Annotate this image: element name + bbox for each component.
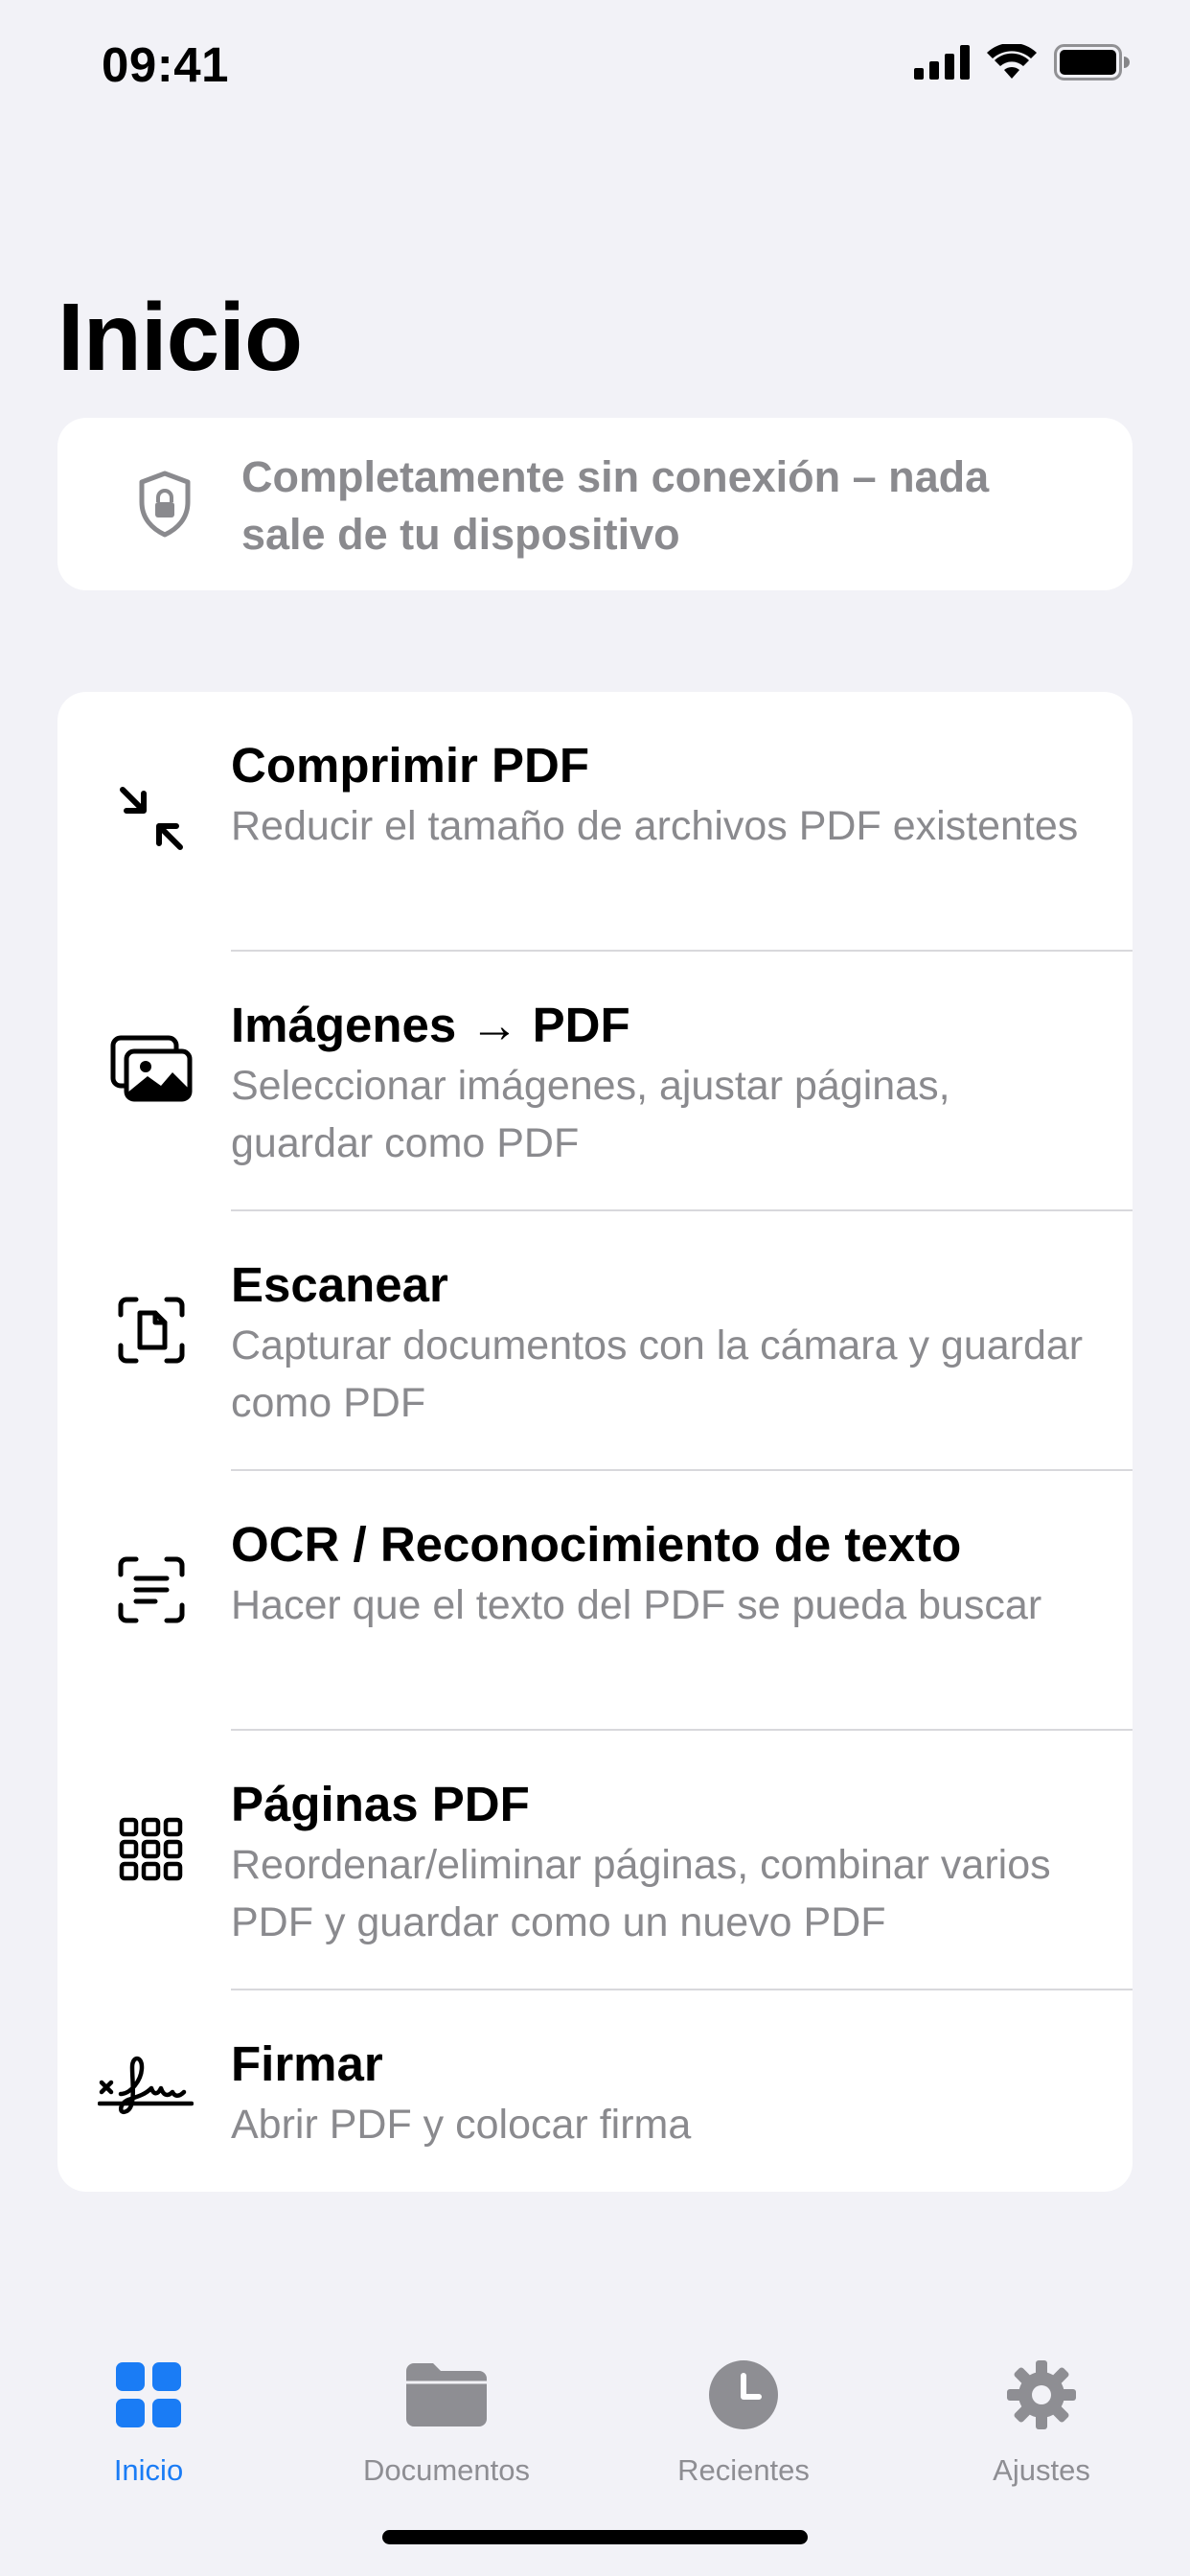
tool-subtitle: Capturar documentos con la cámara y guar…: [231, 1322, 1084, 1426]
tab-label: Documentos: [362, 2453, 531, 2487]
scan-document-icon: [102, 1280, 201, 1380]
tool-subtitle: Seleccionar imágenes, ajustar páginas, g…: [231, 1063, 950, 1166]
status-bar: 09:41: [0, 0, 1190, 128]
gear-icon: [1007, 2359, 1076, 2434]
offline-banner-text: Completamente sin conexión – nada sale d…: [241, 452, 990, 559]
home-indicator[interactable]: [382, 2530, 808, 2544]
tool-title: Imágenes → PDF: [231, 998, 630, 1052]
signal-icon: [914, 45, 970, 84]
tab-label: Ajustes: [993, 2453, 1090, 2487]
home-screen: 09:41 Inicio Completamente sin conexión …: [0, 0, 1190, 2576]
signature-icon: [96, 2036, 195, 2136]
wifi-icon: [987, 42, 1037, 85]
clock-icon: [709, 2359, 778, 2434]
shield-lock-icon: [125, 468, 205, 540]
tab-ajustes[interactable]: Ajustes: [917, 2354, 1166, 2488]
tab-label: Recientes: [677, 2453, 810, 2487]
page-title: Inicio: [57, 284, 303, 391]
tool-row-images-to-pdf[interactable]: Imágenes → PDF Seleccionar imágenes, aju…: [57, 952, 1133, 1211]
status-icons: [914, 42, 1131, 85]
tool-subtitle: Abrir PDF y colocar firma: [231, 2102, 692, 2148]
tool-row-ocr[interactable]: OCR / Reconocimiento de texto Hacer que …: [57, 1471, 1133, 1731]
tool-row-sign[interactable]: Firmar Abrir PDF y colocar firma: [57, 1990, 1133, 2192]
tool-row-pdf-pages[interactable]: Páginas PDF Reordenar/eliminar páginas, …: [57, 1731, 1133, 1990]
tab-documentos[interactable]: Documentos: [322, 2354, 571, 2488]
tool-title: OCR / Reconocimiento de texto: [231, 1517, 962, 1572]
text-recognition-icon: [102, 1540, 201, 1640]
tab-inicio[interactable]: Inicio: [24, 2354, 273, 2488]
tool-subtitle: Hacer que el texto del PDF se pueda busc…: [231, 1582, 1042, 1628]
tool-row-scan[interactable]: Escanear Capturar documentos con la cáma…: [57, 1211, 1133, 1471]
tool-title: Páginas PDF: [231, 1777, 530, 1831]
battery-icon: [1054, 44, 1131, 85]
page-grid-icon: [102, 1800, 201, 1899]
images-icon: [102, 1019, 201, 1118]
tool-title: Comprimir PDF: [231, 738, 590, 793]
tab-bar: Inicio Documentos Recientes Ajustes: [0, 2300, 1190, 2492]
tab-label: Inicio: [113, 2453, 184, 2487]
tool-title: Firmar: [231, 2036, 383, 2091]
grid-icon: [116, 2361, 181, 2432]
tool-list: Comprimir PDF Reducir el tamaño de archi…: [57, 692, 1133, 2192]
offline-banner: Completamente sin conexión – nada sale d…: [57, 418, 1133, 590]
folder-icon: [406, 2362, 487, 2431]
tool-subtitle: Reordenar/eliminar páginas, combinar var…: [231, 1842, 1051, 1945]
tool-row-compress[interactable]: Comprimir PDF Reducir el tamaño de archi…: [57, 692, 1133, 952]
compress-arrows-icon: [102, 769, 201, 868]
tool-subtitle: Reducir el tamaño de archivos PDF existe…: [231, 803, 1079, 849]
status-time: 09:41: [102, 37, 229, 92]
tab-recientes[interactable]: Recientes: [619, 2354, 868, 2488]
tool-title: Escanear: [231, 1257, 448, 1312]
